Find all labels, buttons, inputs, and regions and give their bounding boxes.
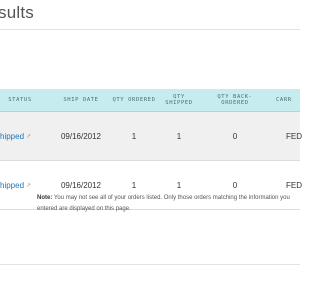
note-text: You may not see all of your orders liste… [37,195,290,212]
note-label: Note: [37,195,53,201]
ship-date-cell: 09/16/2012 [60,131,102,141]
status-text[interactable]: hipped [0,181,24,190]
table-row: hipped ↗ 09/16/2012 1 1 0 FED [0,112,302,161]
heading-divider [0,29,300,30]
external-link-icon[interactable]: ↗ [26,182,31,189]
column-header-ship-date[interactable]: Ship Date [60,89,102,111]
column-header-status[interactable]: Status [0,89,40,111]
qty-back-ordered-cell: 0 [232,131,238,141]
column-header-qty-ordered[interactable]: Qty Ordered [112,89,156,111]
carrier-cell: FED [286,131,302,141]
column-header-qty-back-ordered[interactable]: Qty Back-Ordered [204,89,266,111]
qty-ordered-cell: 1 [131,131,137,141]
results-heading: sults [0,3,34,22]
status-link[interactable]: hipped ↗ [0,161,31,209]
qty-shipped-cell: 1 [176,131,182,141]
column-header-qty-shipped[interactable]: Qty Shipped [158,89,200,111]
results-note: Note: You may not see all of your orders… [37,193,299,215]
external-link-icon[interactable]: ↗ [26,133,31,140]
status-text[interactable]: hipped [0,132,24,141]
table-header-row: Status Ship Date Qty Ordered Qty Shipped… [0,89,300,112]
order-results-table: Status Ship Date Qty Ordered Qty Shipped… [0,89,302,210]
bottom-divider [0,264,300,265]
column-header-carrier[interactable]: Carr [276,89,306,111]
status-link[interactable]: hipped ↗ [0,112,31,160]
